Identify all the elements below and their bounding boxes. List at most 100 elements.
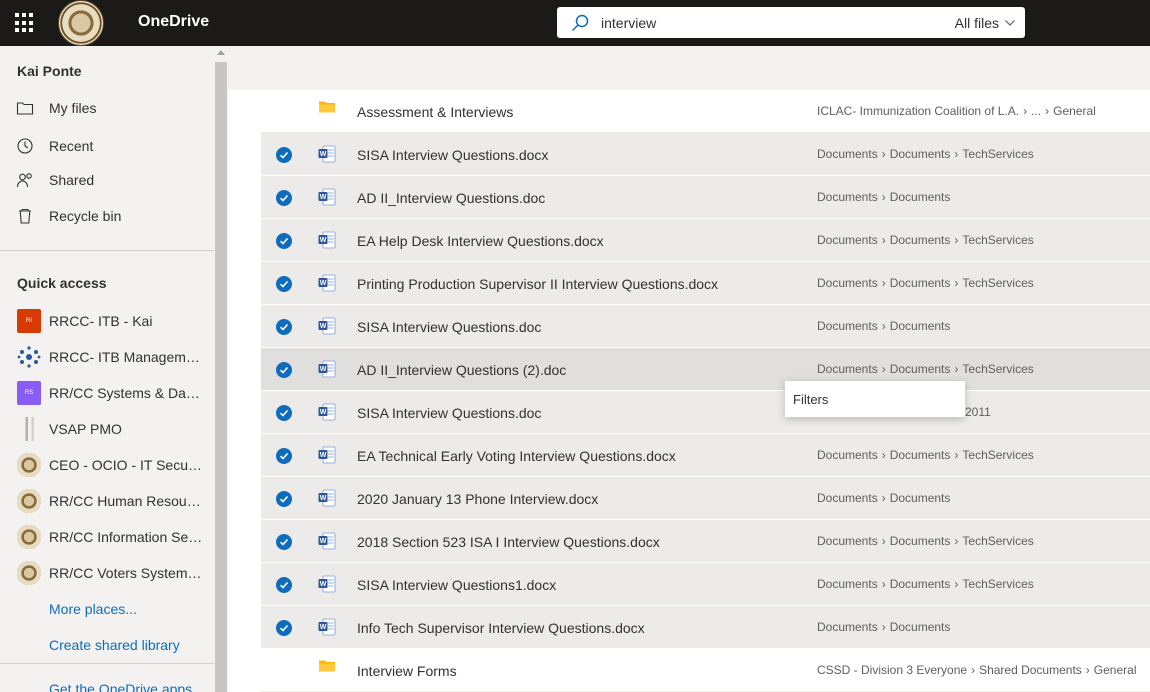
quick-access-item[interactable]: RI RRCC- ITB - Kai [0,304,214,338]
location-segment[interactable]: Documents [817,577,878,591]
file-row[interactable]: W SISA Interview Questions.doc Documents › D… [261,305,1150,348]
location-segment[interactable]: 2011 [965,405,991,419]
location-segment[interactable]: ... [1031,104,1041,118]
location-segment[interactable]: Documents [890,577,951,591]
file-row[interactable]: Assessment & Interviews ICLAC- Immunizati… [261,90,1150,133]
file-name[interactable]: Info Tech Supervisor Interview Questions… [357,620,645,636]
nav-shared[interactable]: Shared [0,163,214,197]
location-segment[interactable]: Documents [890,534,951,548]
location-segment[interactable]: TechServices [962,448,1033,462]
file-row[interactable]: W Info Tech Supervisor Interview Question… [261,606,1150,649]
checkmark-icon[interactable] [276,276,292,292]
file-name[interactable]: Printing Production Supervisor II Interv… [357,276,718,292]
location-segment[interactable]: General [1094,663,1137,677]
file-name[interactable]: Assessment & Interviews [357,104,513,120]
checkmark-icon[interactable] [276,448,292,464]
quick-access-item[interactable]: RS RR/CC Systems & Data... [0,376,214,410]
location-segment[interactable]: Documents [817,620,878,634]
app-launcher-icon[interactable] [15,13,35,33]
location-segment[interactable]: ICLAC- Immunization Coalition of L.A. [817,104,1019,118]
location-segment[interactable]: Documents [817,233,878,247]
checkmark-icon[interactable] [276,405,292,421]
more-places-link[interactable]: More places... [49,601,137,617]
checkmark-icon[interactable] [276,190,292,206]
sidebar-scrollbar[interactable] [214,46,228,692]
location-segment[interactable]: Documents [890,190,951,204]
location-segment[interactable]: Documents [890,620,951,634]
location-segment[interactable]: Documents [817,147,878,161]
location-segment[interactable]: Documents [817,534,878,548]
file-row[interactable]: W EA Technical Early Voting Interview Que… [261,434,1150,477]
location-segment[interactable]: Shared Documents [979,663,1082,677]
nav-recycle-bin[interactable]: Recycle bin [0,199,214,233]
location-segment[interactable]: Documents [890,233,951,247]
location-segment[interactable]: Documents [890,319,951,333]
checkmark-icon[interactable] [276,319,292,335]
nav-my-files[interactable]: My files [0,91,214,125]
location-segment[interactable]: Documents [817,448,878,462]
file-name[interactable]: SISA Interview Questions.docx [357,147,548,163]
location-segment[interactable]: TechServices [962,233,1033,247]
file-row[interactable]: W SISA Interview Questions.doc 2011 [261,391,1150,434]
file-name[interactable]: AD II_Interview Questions.doc [357,190,545,206]
location-segment[interactable]: General [1053,104,1096,118]
app-brand[interactable]: OneDrive [138,13,209,31]
file-name[interactable]: SISA Interview Questions.doc [357,405,541,421]
quick-access-item[interactable]: RR/CC Human Resourc... [0,484,214,518]
quick-access-item[interactable]: CEO - OCIO - IT Securi... [0,448,214,482]
file-name[interactable]: SISA Interview Questions1.docx [357,577,556,593]
location-segment[interactable]: Documents [817,491,878,505]
scrollbar-thumb[interactable] [215,62,227,692]
file-row[interactable]: W SISA Interview Questions1.docx Documents… [261,563,1150,606]
location-segment[interactable]: TechServices [962,276,1033,290]
location-segment[interactable]: TechServices [962,362,1033,376]
checkmark-icon[interactable] [276,491,292,507]
location-segment[interactable]: TechServices [962,147,1033,161]
create-shared-library-link[interactable]: Create shared library [49,637,180,653]
nav-recent[interactable]: Recent [0,129,214,163]
file-row[interactable]: W AD II_Interview Questions.doc Documents ›… [261,176,1150,219]
file-row[interactable]: W 2020 January 13 Phone Interview.docx Doc… [261,477,1150,520]
location-segment[interactable]: CSSD - Division 3 Everyone [817,663,967,677]
checkmark-icon[interactable] [276,147,292,163]
organization-logo[interactable] [58,0,104,46]
location-segment[interactable]: Documents [817,362,878,376]
file-name[interactable]: AD II_Interview Questions (2).doc [357,362,566,378]
file-name[interactable]: 2018 Section 523 ISA I Interview Questio… [357,534,660,550]
scroll-up-arrow-icon[interactable] [217,50,225,55]
location-segment[interactable]: Documents [817,276,878,290]
location-segment[interactable]: Documents [817,319,878,333]
quick-access-item[interactable]: RR/CC Information Sec... [0,520,214,554]
location-segment[interactable]: Documents [890,491,951,505]
file-name[interactable]: SISA Interview Questions.doc [357,319,541,335]
file-row[interactable]: W 2018 Section 523 ISA I Interview Questi… [261,520,1150,563]
file-row[interactable]: W EA Help Desk Interview Questions.docx Do… [261,219,1150,262]
file-name[interactable]: EA Help Desk Interview Questions.docx [357,233,604,249]
file-row[interactable]: W SISA Interview Questions.docx Documents ›… [261,133,1150,176]
location-segment[interactable]: Documents [817,190,878,204]
location-segment[interactable]: Documents [890,276,951,290]
location-segment[interactable]: Documents [890,448,951,462]
checkmark-icon[interactable] [276,233,292,249]
search-input[interactable]: interview [601,15,656,31]
file-name[interactable]: Interview Forms [357,663,457,679]
checkmark-icon[interactable] [276,362,292,378]
location-segment[interactable]: TechServices [962,534,1033,548]
location-segment[interactable]: Documents [890,147,951,161]
quick-access-item[interactable]: VSAP PMO [0,412,214,446]
checkmark-icon[interactable] [276,534,292,550]
location-segment[interactable]: Documents [890,362,951,376]
checkmark-icon[interactable] [276,577,292,593]
file-row[interactable]: Interview Forms CSSD - Division 3 Everyon… [261,649,1150,692]
get-apps-link[interactable]: Get the OneDrive apps [49,681,192,692]
file-name[interactable]: 2020 January 13 Phone Interview.docx [357,491,598,507]
location-segment[interactable]: TechServices [962,577,1033,591]
quick-access-item[interactable]: RR/CC Voters Systems ... [0,556,214,590]
search-box[interactable]: interview All files [557,7,1025,38]
quick-access-item[interactable]: RRCC- ITB Management [0,340,214,374]
file-row[interactable]: W Printing Production Supervisor II Inter… [261,262,1150,305]
file-name[interactable]: EA Technical Early Voting Interview Ques… [357,448,676,464]
checkmark-icon[interactable] [276,620,292,636]
file-row[interactable]: W AD II_Interview Questions (2).doc Docume… [261,348,1150,391]
search-scope-dropdown[interactable]: All files [955,15,1015,31]
